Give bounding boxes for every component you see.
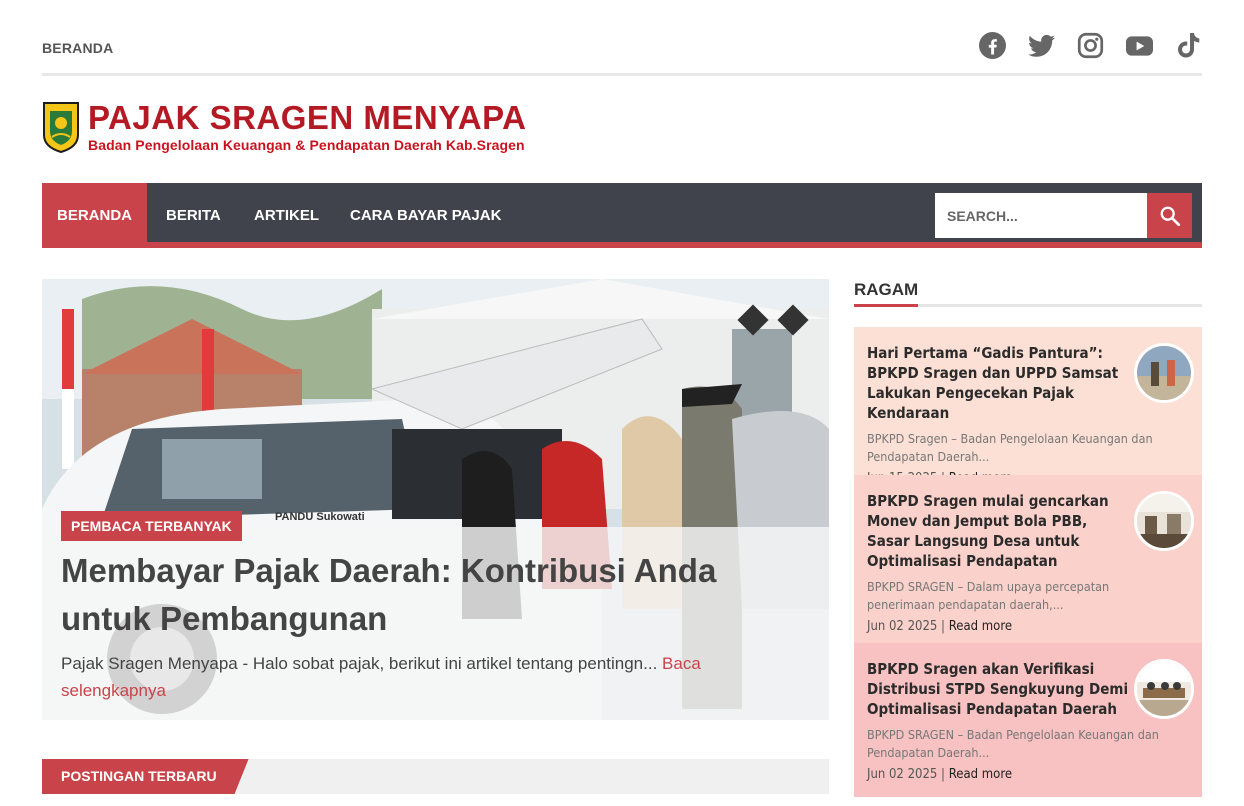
- site-title: PAJAK SRAGEN MENYAPA: [88, 99, 527, 136]
- sidebar-card-read-more[interactable]: Read more: [949, 767, 1012, 782]
- latest-posts-tab: POSTINGAN TERBARU: [42, 759, 249, 794]
- site-subtitle: Badan Pengelolaan Keuangan & Pendapatan …: [88, 137, 525, 153]
- social-links: [979, 32, 1202, 59]
- nav-item-beranda[interactable]: BERANDA: [42, 183, 147, 248]
- twitter-icon[interactable]: [1028, 32, 1055, 59]
- sidebar-card-title[interactable]: BPKPD Sragen akan Verifikasi Distribusi …: [867, 659, 1132, 719]
- sidebar: RAGAM Hari Pertama “Gadis Pantura”: BPKP…: [854, 280, 1202, 797]
- top-bar: BERANDA: [42, 28, 1202, 76]
- sidebar-heading: RAGAM: [854, 280, 1202, 307]
- sidebar-card-thumbnail[interactable]: [1134, 491, 1194, 551]
- featured-headline[interactable]: Membayar Pajak Daerah: Kontribusi Anda u…: [61, 547, 811, 643]
- sidebar-card[interactable]: BPKPD Sragen mulai gencarkan Monev dan J…: [854, 475, 1202, 643]
- search-form: [935, 193, 1192, 238]
- sidebar-card-meta: Jun 02 2025 | Read more: [867, 767, 1013, 782]
- sidebar-card-meta: Jun 02 2025 | Read more: [867, 619, 1013, 634]
- instagram-icon[interactable]: [1077, 32, 1104, 59]
- search-button[interactable]: [1147, 193, 1192, 238]
- site-logo[interactable]: PAJAK SRAGEN MENYAPA Badan Pengelolaan K…: [42, 101, 526, 153]
- sidebar-card-thumbnail[interactable]: [1134, 343, 1194, 403]
- facebook-icon[interactable]: [979, 32, 1006, 59]
- featured-badge: PEMBACA TERBANYAK: [61, 511, 242, 541]
- sidebar-card-thumbnail[interactable]: [1134, 659, 1194, 719]
- sidebar-card-excerpt: BPKPD SRAGEN – Dalam upaya percepatan pe…: [867, 579, 1110, 612]
- crest-icon: [43, 102, 79, 153]
- sidebar-card-title[interactable]: Hari Pertama “Gadis Pantura”: BPKPD Srag…: [867, 343, 1132, 423]
- sidebar-card-read-more[interactable]: Read more: [949, 619, 1012, 634]
- featured-image-caption: PANDU Sukowati: [275, 511, 365, 523]
- sidebar-card-excerpt: BPKPD Sragen – Badan Pengelolaan Keuanga…: [867, 431, 1153, 464]
- top-home-link[interactable]: BERANDA: [42, 40, 113, 56]
- sidebar-card-title[interactable]: BPKPD Sragen mulai gencarkan Monev dan J…: [867, 491, 1132, 571]
- featured-excerpt-text: Pajak Sragen Menyapa - Halo sobat pajak,…: [61, 654, 658, 673]
- sidebar-card-date: Jun 02 2025: [867, 767, 938, 782]
- sidebar-card-date: Jun 02 2025: [867, 619, 938, 634]
- sidebar-card[interactable]: Hari Pertama “Gadis Pantura”: BPKPD Srag…: [854, 327, 1202, 486]
- sidebar-heading-text: RAGAM: [854, 280, 919, 307]
- featured-excerpt: Pajak Sragen Menyapa - Halo sobat pajak,…: [61, 650, 761, 704]
- sidebar-card[interactable]: BPKPD Sragen akan Verifikasi Distribusi …: [854, 643, 1202, 797]
- nav-item-cara-bayar-pajak[interactable]: CARA BAYAR PAJAK: [350, 183, 501, 248]
- featured-post[interactable]: PANDU Sukowati PEMBACA TERBANYAK Membaya…: [42, 279, 829, 720]
- nav-item-berita[interactable]: BERITA: [166, 183, 221, 248]
- latest-posts-header: POSTINGAN TERBARU: [42, 759, 829, 794]
- search-input[interactable]: [935, 193, 1147, 238]
- youtube-icon[interactable]: [1126, 32, 1153, 59]
- nav-item-artikel[interactable]: ARTIKEL: [254, 183, 319, 248]
- tiktok-icon[interactable]: [1175, 32, 1202, 59]
- search-icon: [1160, 206, 1180, 226]
- main-navbar: BERANDA BERITA ARTIKEL CARA BAYAR PAJAK: [42, 183, 1202, 248]
- sidebar-card-excerpt: BPKPD SRAGEN – Badan Pengelolaan Keuanga…: [867, 727, 1159, 760]
